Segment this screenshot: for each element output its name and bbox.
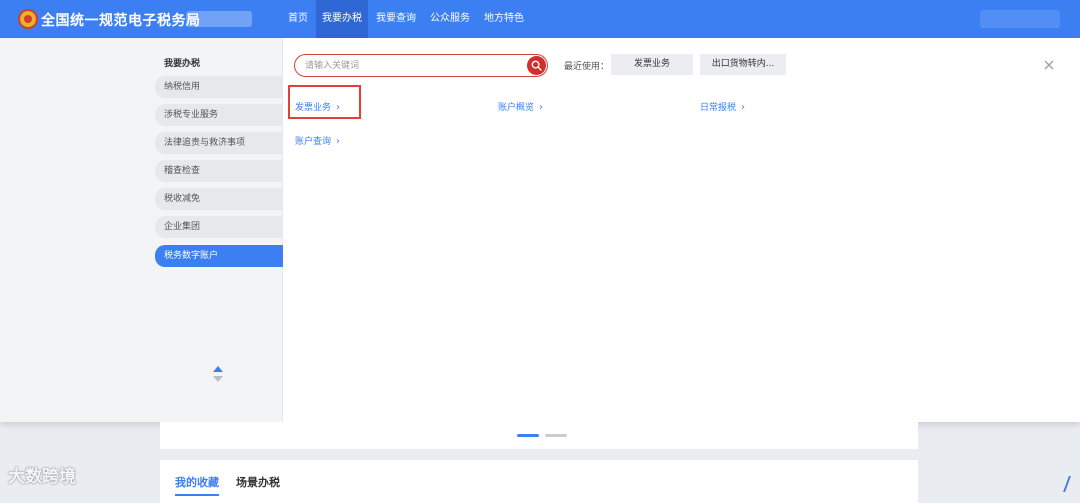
- top-navigation-bar: 全国统一规范电子税务局 首页 我要办税 我要查询 公众服务 地方特色: [0, 0, 1080, 38]
- nav-item-query[interactable]: 我要查询: [370, 0, 422, 38]
- recent-chip-invoice[interactable]: 发票业务: [611, 54, 693, 75]
- user-area-redacted: [980, 10, 1060, 28]
- watermark-logo: 大数跨境: [8, 467, 76, 487]
- category-link-label: 日常报税: [700, 103, 737, 113]
- corner-decoration: [1063, 476, 1079, 492]
- tab-scenario-tax[interactable]: 场景办税: [236, 474, 280, 490]
- sidebar-item-legal-remedies[interactable]: 法律追责与救济事项: [155, 132, 283, 154]
- sidebar-item-professional-services[interactable]: 涉税专业服务: [155, 104, 283, 126]
- category-link-label: 账户概览: [498, 103, 535, 113]
- tax-emblem-icon: [18, 9, 38, 29]
- carousel-dot-active[interactable]: [517, 434, 539, 437]
- sidebar-scroll-arrows-icon[interactable]: [212, 366, 224, 386]
- close-icon[interactable]: [1042, 58, 1056, 72]
- recent-used-label: 最近使用：: [564, 62, 610, 72]
- arrow-down-icon[interactable]: [213, 376, 223, 382]
- main-nav: 首页 我要办税 我要查询 公众服务 地方特色: [282, 0, 532, 38]
- tab-my-favorites[interactable]: 我的收藏: [175, 474, 219, 496]
- sidebar-item-inspection[interactable]: 稽查检查: [155, 160, 283, 182]
- category-link-account-query[interactable]: 账户查询 ›: [295, 134, 340, 147]
- chevron-right-icon: ›: [336, 136, 341, 147]
- nav-item-local-features[interactable]: 地方特色: [478, 0, 530, 38]
- sidebar-item-enterprise-group[interactable]: 企业集团: [155, 216, 283, 238]
- search-button[interactable]: [527, 56, 546, 75]
- chevron-right-icon: ›: [741, 102, 746, 113]
- sidebar-item-digital-tax-account[interactable]: 税务数字账户: [155, 245, 283, 267]
- sidebar-item-tax-relief[interactable]: 税收减免: [155, 188, 283, 210]
- nav-item-tax-handling[interactable]: 我要办税: [316, 0, 368, 38]
- site-title[interactable]: 全国统一规范电子税务局: [41, 10, 201, 30]
- search-icon: [531, 60, 542, 71]
- region-name-redacted: [186, 11, 252, 27]
- category-link-account-overview[interactable]: 账户概览 ›: [498, 100, 543, 113]
- arrow-up-icon[interactable]: [213, 366, 223, 372]
- banner-card: [160, 422, 918, 449]
- highlight-annotation-box: [288, 85, 361, 119]
- nav-item-public-service[interactable]: 公众服务: [424, 0, 476, 38]
- recent-chip-export-goods[interactable]: 出口货物转内...: [700, 54, 786, 75]
- tax-handling-dropdown-panel: 我要办税 纳税信用 涉税专业服务 法律追责与救济事项 稽查检查 税收减免 企业集…: [0, 38, 1080, 422]
- sidebar-item-tax-credit[interactable]: 纳税信用: [155, 76, 283, 98]
- sidebar-heading: 我要办税: [164, 59, 201, 69]
- carousel-dot[interactable]: [545, 434, 567, 437]
- category-sidebar: 我要办税 纳税信用 涉税专业服务 法律追责与救济事项 稽查检查 税收减免 企业集…: [0, 38, 283, 422]
- nav-item-home[interactable]: 首页: [282, 0, 314, 38]
- category-link-daily-filing[interactable]: 日常报税 ›: [700, 100, 745, 113]
- search-box: [294, 54, 548, 77]
- category-link-label: 账户查询: [295, 137, 332, 147]
- search-input[interactable]: [305, 58, 515, 74]
- chevron-right-icon: ›: [539, 102, 544, 113]
